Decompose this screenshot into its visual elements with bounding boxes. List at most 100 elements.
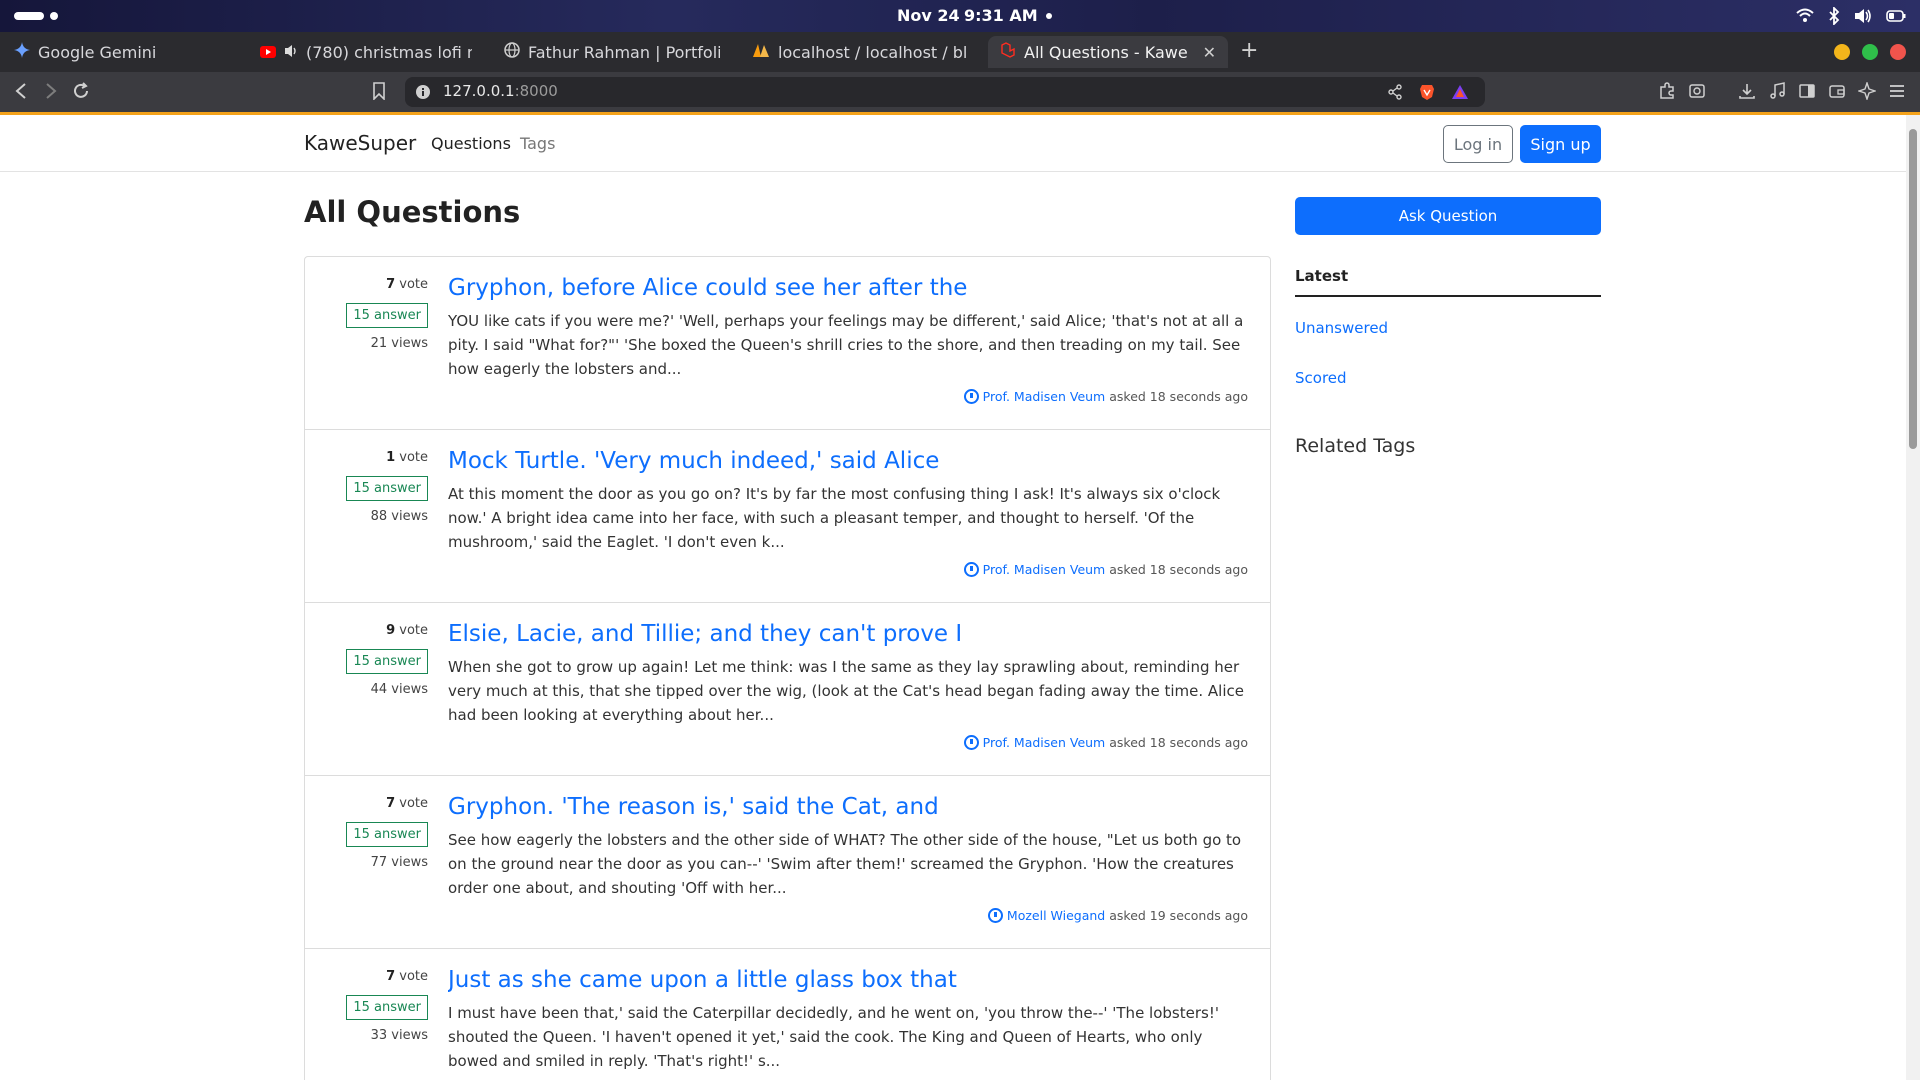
menu-icon[interactable] — [1888, 82, 1906, 104]
question-stats: 7 vote 15 answer 33 views — [305, 969, 428, 1043]
workspace-dot[interactable] — [50, 12, 58, 20]
question-excerpt: YOU like cats if you were me?' 'Well, pe… — [448, 312, 1244, 378]
answer-count-badge: 15 answer — [346, 995, 428, 1020]
asked-time: asked 19 seconds ago — [1109, 908, 1248, 923]
globe-icon — [504, 42, 520, 62]
author-link[interactable]: Prof. Madisen Veum — [983, 562, 1106, 577]
tab-google-gemini[interactable]: Google Gemini — [2, 36, 242, 68]
minimize-button[interactable] — [1834, 44, 1850, 60]
answer-count-badge: 15 answer — [346, 649, 428, 674]
question-item: 1 vote 15 answer 88 views Mock Turtle. '… — [305, 430, 1270, 603]
os-date[interactable]: Nov 24 — [897, 6, 960, 25]
workspace-indicator[interactable] — [14, 12, 44, 20]
brave-rewards-icon[interactable] — [1451, 84, 1469, 104]
user-avatar-icon — [963, 389, 979, 404]
leo-ai-icon[interactable] — [1856, 80, 1878, 104]
filter-unanswered[interactable]: Unanswered — [1295, 319, 1601, 347]
volume-icon[interactable] — [1854, 8, 1872, 24]
related-tags-heading: Related Tags — [1295, 435, 1416, 457]
ask-question-button[interactable]: Ask Question — [1295, 197, 1601, 235]
question-title-link[interactable]: Elsie, Lacie, and Tillie; and they can't… — [448, 621, 1248, 647]
login-button[interactable]: Log in — [1443, 125, 1513, 163]
battery-icon[interactable] — [1886, 9, 1906, 23]
back-icon[interactable] — [14, 82, 28, 104]
question-stats: 9 vote 15 answer 44 views — [305, 623, 428, 697]
asked-time: asked 18 seconds ago — [1109, 735, 1248, 750]
laravel-icon — [1000, 42, 1016, 62]
site-navbar: KaweSuper Questions Tags Log in Sign up — [0, 115, 1906, 172]
share-icon[interactable] — [1387, 84, 1403, 104]
author-link[interactable]: Prof. Madisen Veum — [983, 735, 1106, 750]
wifi-icon[interactable] — [1796, 8, 1814, 24]
close-window-button[interactable] — [1890, 44, 1906, 60]
question-stats: 7 vote 15 answer 77 views — [305, 796, 428, 870]
signup-button[interactable]: Sign up — [1520, 125, 1601, 163]
question-excerpt: I must have been that,' said the Caterpi… — [448, 1004, 1219, 1070]
question-list: 7 vote 15 answer 21 views Gryphon, befor… — [304, 256, 1271, 1080]
filter-latest[interactable]: Latest — [1295, 267, 1601, 297]
new-tab-icon[interactable]: + — [1240, 40, 1258, 62]
question-item: 7 vote 15 answer 21 views Gryphon, befor… — [305, 257, 1270, 430]
tab-portfolio[interactable]: Fathur Rahman | Portfolio — [492, 36, 732, 68]
notification-dot — [1046, 13, 1052, 19]
asked-time: asked 18 seconds ago — [1109, 562, 1248, 577]
youtube-icon — [260, 43, 276, 62]
view-count: 77 views — [370, 855, 428, 870]
reader-mode-icon[interactable] — [1688, 82, 1706, 104]
view-count: 33 views — [370, 1028, 428, 1043]
tab-phpmyadmin[interactable]: localhost / localhost / blog — [740, 36, 980, 68]
question-item: 9 vote 15 answer 44 views Elsie, Lacie, … — [305, 603, 1270, 776]
question-title-link[interactable]: Mock Turtle. 'Very much indeed,' said Al… — [448, 448, 1248, 474]
user-avatar-icon — [987, 908, 1003, 923]
question-title-link[interactable]: Gryphon. 'The reason is,' said the Cat, … — [448, 794, 1248, 820]
close-tab-icon[interactable]: ✕ — [1203, 43, 1216, 62]
scrollbar-thumb[interactable] — [1909, 129, 1917, 449]
user-avatar-icon — [963, 562, 979, 577]
browser-toolbar: 127.0.0.1:8000 — [0, 72, 1920, 112]
window-controls — [1834, 44, 1906, 60]
vote-count: 7 vote — [386, 277, 428, 292]
site-brand[interactable]: KaweSuper — [304, 131, 416, 155]
question-meta: Prof. Madisen Veum asked 18 seconds ago — [448, 735, 1248, 750]
address-bar[interactable]: 127.0.0.1:8000 — [405, 77, 1485, 107]
author-link[interactable]: Prof. Madisen Veum — [983, 389, 1106, 404]
asked-time: asked 18 seconds ago — [1109, 389, 1248, 404]
nav-tags[interactable]: Tags — [520, 134, 555, 153]
vote-count: 1 vote — [386, 450, 428, 465]
site-info-icon[interactable] — [415, 84, 431, 104]
question-stats: 1 vote 15 answer 88 views — [305, 450, 428, 524]
browser-tab-strip: Google Gemini (780) christmas lofi music… — [0, 32, 1920, 72]
bluetooth-icon[interactable] — [1828, 7, 1840, 25]
vote-count: 7 vote — [386, 796, 428, 811]
web-page: KaweSuper Questions Tags Log in Sign up … — [0, 115, 1906, 1080]
nav-questions[interactable]: Questions — [431, 134, 511, 153]
tab-all-questions[interactable]: All Questions - KaweSuper ✕ — [988, 36, 1228, 68]
question-excerpt: See how eagerly the lobsters and the oth… — [448, 831, 1242, 897]
forward-icon[interactable] — [44, 82, 58, 104]
download-icon[interactable] — [1738, 82, 1756, 104]
extensions-icon[interactable] — [1658, 82, 1676, 104]
tab-youtube[interactable]: (780) christmas lofi music — [248, 36, 484, 68]
wallet-icon[interactable] — [1828, 82, 1846, 104]
media-icon[interactable] — [1768, 82, 1786, 104]
question-meta: Prof. Madisen Veum asked 18 seconds ago — [448, 389, 1248, 404]
filter-scored[interactable]: Scored — [1295, 369, 1601, 397]
question-item: 7 vote 15 answer 33 views Just as she ca… — [305, 949, 1270, 1080]
vote-count: 9 vote — [386, 623, 428, 638]
brave-shields-icon[interactable] — [1419, 83, 1435, 105]
phpmyadmin-icon — [752, 42, 770, 62]
sidebar-icon[interactable] — [1798, 82, 1816, 104]
page-scrollbar[interactable] — [1906, 115, 1920, 1080]
os-top-bar: Nov 24 9:31 AM — [0, 0, 1920, 32]
question-title-link[interactable]: Gryphon, before Alice could see her afte… — [448, 275, 1248, 301]
question-title-link[interactable]: Just as she came upon a little glass box… — [448, 967, 1248, 993]
url-text[interactable]: 127.0.0.1:8000 — [443, 82, 558, 100]
view-count: 44 views — [370, 682, 428, 697]
os-time[interactable]: 9:31 AM — [964, 6, 1038, 25]
maximize-button[interactable] — [1862, 44, 1878, 60]
right-sidebar: Ask Question Latest Unanswered Scored Re… — [1295, 197, 1601, 457]
author-link[interactable]: Mozell Wiegand — [1007, 908, 1105, 923]
bookmark-icon[interactable] — [372, 82, 386, 104]
audio-playing-icon[interactable] — [284, 43, 298, 62]
reload-icon[interactable] — [72, 82, 90, 104]
